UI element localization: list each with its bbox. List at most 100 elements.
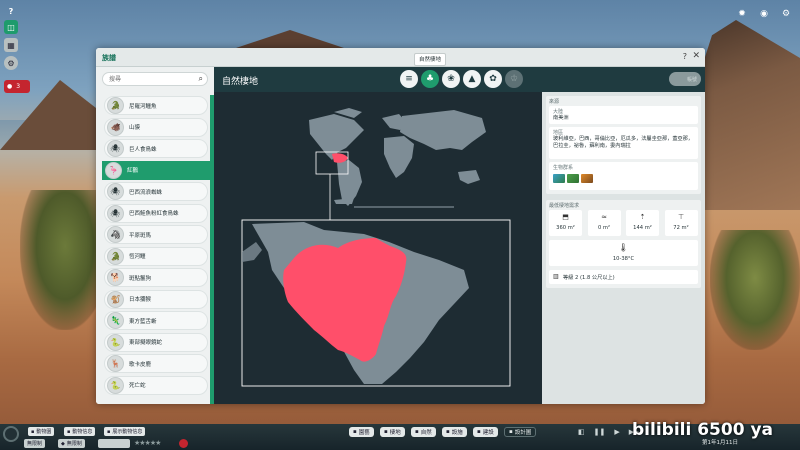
species-name: 東部擬眼鏡蛇 <box>129 340 163 346</box>
species-name: 巨人食鳥蛛 <box>129 146 157 153</box>
thermometer-icon: 🌡 <box>618 243 629 252</box>
speed-controls: ◧ ❚❚ ▶ ▶▶ <box>578 428 640 436</box>
build-menu-button[interactable]: ▪ 自然 <box>411 427 436 437</box>
spider-icon: 🕷 <box>107 140 124 157</box>
species-list-item[interactable]: 🦎 東方藍舌蜥 <box>104 311 208 330</box>
world-map-svg <box>241 108 511 387</box>
window-titlebar: 族譜 自然棲地 ? ✕ <box>96 48 705 67</box>
settings-icon[interactable]: ⚙ <box>4 56 18 70</box>
biome-grassland-icon <box>567 174 579 183</box>
species-name: 日本獼猴 <box>129 297 152 303</box>
snake-icon: 🐍 <box>107 333 124 351</box>
origin-section: 來源 大陸 南美洲 地區 玻利維亞，巴西，哥倫比亞，厄瓜多，法屬圭亞那，蓋亞那，… <box>546 96 701 194</box>
species-list-item[interactable]: 🐕 斑點鬣狗 <box>104 268 208 287</box>
deer-icon: 🦌 <box>107 355 124 372</box>
top-right-icons: ✹ ◉ ⚙ <box>736 8 792 20</box>
species-list-item[interactable]: 🐒 日本獼猴 <box>104 289 208 309</box>
document-icon[interactable]: ≡ <box>400 70 418 88</box>
zebra-icon: 🦓 <box>107 226 124 243</box>
exhibit-icon: ▪ <box>107 428 111 435</box>
zoopedia-window: 族譜 自然棲地 ? ✕ ⌕ 🐊尼羅河鱷魚🐗山貘🕷巨人食鳥蛛🦩紅鸛🕷巴西流浪蜘蛛🕷… <box>96 48 705 404</box>
window-title: 族譜 <box>102 54 116 62</box>
animal-icon: ▪ <box>67 428 71 435</box>
species-name: 死亡蛇 <box>129 383 146 389</box>
build-menu-button[interactable]: ▪ 建設 <box>473 427 498 437</box>
stat-value: 72 m² <box>673 225 689 231</box>
notification-badge[interactable]: ● 3 <box>4 80 30 93</box>
exhibit-info-button[interactable]: ▪ 展示動物信息 <box>104 427 146 436</box>
zoo-button[interactable]: ▪ 動物園 <box>28 427 55 436</box>
species-list-item[interactable]: 🐍 死亡蛇 <box>104 375 208 395</box>
help-icon[interactable]: ? <box>4 4 18 18</box>
food-sack-icon[interactable]: ❀ <box>442 70 460 88</box>
temperature-box: 🌡 10-38°C <box>549 240 698 266</box>
height-icon: ⊤ <box>677 213 685 221</box>
build-menu-button[interactable]: ▪ 棲地 <box>380 427 405 437</box>
build-menu-button[interactable]: ▪ 園藝 <box>349 427 374 437</box>
lizard-icon: 🦎 <box>107 312 124 329</box>
tab-tooltip: 自然棲地 <box>414 53 446 66</box>
eye-icon[interactable]: ◉ <box>758 8 770 20</box>
macaque-icon: 🐒 <box>107 290 124 308</box>
habitat-tree-icon[interactable]: ♣ <box>421 70 439 88</box>
stat-value: 360 m² <box>556 225 575 231</box>
sun-icon[interactable]: ✹ <box>736 8 748 20</box>
species-list-item[interactable]: 🐍 東部擬眼鏡蛇 <box>104 332 208 352</box>
user-label: 帳號 <box>686 76 697 83</box>
stat-value: 0 m² <box>597 225 611 231</box>
build-menu-icon: ▪ <box>415 429 419 435</box>
species-list-item[interactable]: 🐊 尼羅河鱷魚 <box>104 96 208 115</box>
species-list-item[interactable]: 🐊 恆河鱷 <box>104 246 208 266</box>
search-input[interactable] <box>109 75 193 84</box>
fence-box: ▥ 等級 2 (1.8 公尺以上) <box>549 270 698 284</box>
calendar-icon[interactable]: ▦ <box>4 38 18 52</box>
tab-bar: ≡ ♣ ❀ ▲ ✿ ♔ <box>400 70 523 88</box>
content-header: 自然棲地 ≡ ♣ ❀ ▲ ✿ ♔ 帳號 <box>214 67 705 92</box>
hyena-icon: 🐕 <box>107 269 124 286</box>
zoo-menu-icon[interactable]: ◫ <box>4 20 18 34</box>
biome-label: 生物群系 <box>553 165 574 171</box>
enrichment-icon[interactable]: ▲ <box>463 70 481 88</box>
build-menu-button[interactable]: ▪ 設施 <box>442 427 467 437</box>
species-list-item[interactable]: 🦓 平原斑馬 <box>104 225 208 244</box>
species-name: 紅鸛 <box>127 168 139 174</box>
animal-info-button[interactable]: ▪ 動物信息 <box>64 427 96 436</box>
habitat-stat: ≈0 m² <box>587 210 621 236</box>
species-name: 斑點鬣狗 <box>129 275 152 282</box>
land-area-icon: ⬒ <box>562 213 569 221</box>
snake-icon: 🐍 <box>107 376 124 394</box>
species-list-item[interactable]: 🦩 紅鸛 <box>102 160 214 180</box>
close-icon[interactable]: ✕ <box>692 51 700 61</box>
stat-value: 144 m² <box>633 225 652 231</box>
species-name: 山貘 <box>129 125 141 131</box>
species-list-item[interactable]: 🕷 巴西流浪蜘蛛 <box>104 182 208 201</box>
continent-value: 南美洲 <box>553 115 569 121</box>
search-box: ⌕ <box>102 72 208 86</box>
page-title: 自然棲地 <box>222 77 259 87</box>
paw-icon[interactable]: ✿ <box>484 70 502 88</box>
species-list-item[interactable]: 🕷 巨人食鳥蛛 <box>104 139 208 158</box>
camera-icon[interactable]: ◧ <box>578 428 585 436</box>
search-icon[interactable]: ⌕ <box>199 74 203 84</box>
biome-box: 生物群系 <box>549 162 698 190</box>
species-list-item[interactable]: 🕷 巴西鮭魚粉紅食鳥蛛 <box>104 203 208 223</box>
build-menu-icon: ▪ <box>446 429 450 435</box>
play-icon[interactable]: ▶ <box>614 428 619 436</box>
gharial-icon: 🐊 <box>107 247 124 265</box>
pause-icon[interactable]: ❚❚ <box>594 428 606 436</box>
stats-row: ⬒ 360 m² ≈0 m² ⇡ 144 m² ⊤ 72 m² <box>549 210 698 236</box>
origin-title: 來源 <box>549 99 560 105</box>
continent-box: 大陸 南美洲 <box>549 106 698 124</box>
species-list-item[interactable]: 🦌 歌卡皮鹿 <box>104 354 208 373</box>
gear-icon[interactable]: ⚙ <box>780 8 792 20</box>
species-name: 巴西流浪蜘蛛 <box>129 189 163 196</box>
window-help-icon[interactable]: ? <box>683 52 687 61</box>
build-menu-button[interactable]: ▪ 設計圖 <box>504 427 537 437</box>
spider-icon: 🕷 <box>107 204 124 222</box>
speed-dial[interactable] <box>3 426 19 442</box>
alert-icon[interactable] <box>179 439 188 448</box>
research-field: ◆ 無限制 <box>58 439 85 448</box>
species-list-item[interactable]: 🐗 山貘 <box>104 117 208 137</box>
species-name: 尼羅河鱷魚 <box>129 103 157 110</box>
crocodile-icon: 🐊 <box>107 97 124 114</box>
